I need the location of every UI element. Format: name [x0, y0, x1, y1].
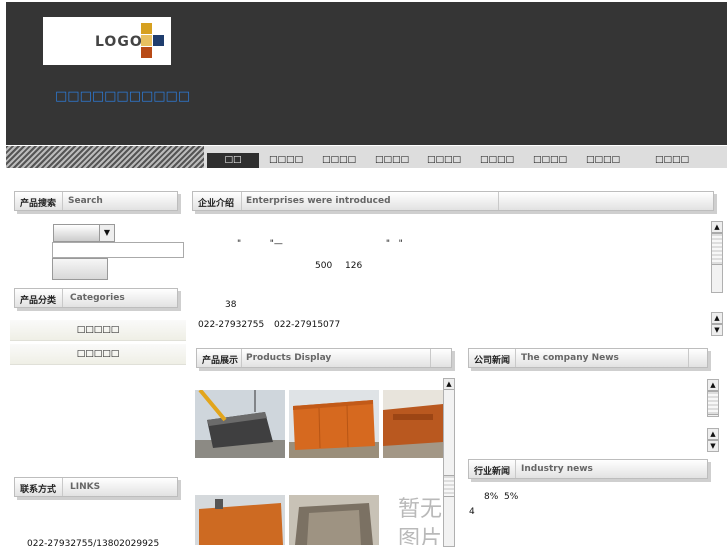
intro-text-num-c: 38	[225, 300, 237, 310]
categories-title-cn: 产品分类	[20, 296, 57, 306]
search-button[interactable]	[52, 258, 108, 280]
company-news-title-cn: 公司新闻	[474, 356, 511, 366]
scroll-down-icon[interactable]: ▼	[708, 440, 718, 451]
tab-separator	[241, 192, 242, 210]
products-panel-header: 产品展示 Products Display	[196, 348, 452, 368]
company-news-scrollbar-lower[interactable]: ▲ ▼	[707, 428, 719, 452]
nav-item-3[interactable]: □□□□	[318, 153, 360, 168]
product-image-4[interactable]	[195, 495, 285, 545]
company-news-title-en: The company News	[521, 353, 619, 363]
links-phone: 022-27932755/13802029925	[27, 539, 160, 549]
products-title-en: Products Display	[246, 353, 332, 363]
scroll-thumb[interactable]	[444, 475, 454, 497]
product-image-3[interactable]	[383, 390, 443, 458]
tab-separator	[62, 478, 63, 496]
links-title-en: LINKS	[70, 482, 101, 492]
scroll-down-icon[interactable]: ▼	[712, 324, 722, 335]
intro-scrollbar[interactable]: ▲	[711, 221, 723, 293]
intro-title-en: Enterprises were introduced	[246, 196, 391, 206]
logo-square-gold-small	[141, 35, 152, 46]
intro-phone-2: 022-27915077	[274, 320, 341, 330]
no-image-placeholder: 暂无 图片	[398, 497, 442, 545]
search-category-select[interactable]: ▼	[53, 224, 115, 242]
nav-item-7[interactable]: □□□□	[529, 153, 571, 168]
industry-news-title-cn: 行业新闻	[474, 467, 511, 477]
tab-separator	[688, 349, 689, 367]
logo-text: LOGO	[95, 34, 143, 50]
site-name[interactable]: □□□□□□□□□□□	[55, 89, 190, 104]
intro-scrollbar-lower[interactable]: ▲ ▼	[711, 312, 723, 336]
scroll-up-icon[interactable]: ▲	[712, 222, 722, 233]
product-image-2[interactable]	[289, 390, 379, 458]
search-input[interactable]	[52, 242, 184, 258]
nav-item-8[interactable]: □□□□	[582, 153, 624, 168]
category-item-1[interactable]: □□□□□	[10, 320, 186, 341]
intro-text-num-a: 500	[315, 261, 333, 271]
nav-item-9[interactable]: □□□□	[651, 153, 693, 168]
industry-news-line1: 8% 5%	[484, 492, 519, 502]
intro-text-line1: " "— " "	[237, 239, 403, 249]
intro-panel-header: 企业介绍 Enterprises were introduced	[192, 191, 714, 211]
nav-hatch-decoration	[6, 146, 204, 168]
logo[interactable]: LOGO	[43, 17, 171, 65]
tab-separator	[62, 289, 63, 307]
tab-separator	[498, 192, 499, 210]
tab-separator	[515, 460, 516, 478]
company-news-scrollbar[interactable]: ▲	[707, 379, 719, 417]
categories-panel-header: 产品分类 Categories	[14, 288, 178, 308]
products-scrollbar[interactable]: ▲	[443, 378, 455, 547]
scroll-up-icon[interactable]: ▲	[708, 380, 718, 391]
logo-square-orange	[141, 47, 152, 58]
products-title-cn: 产品展示	[202, 356, 239, 366]
scroll-up-icon[interactable]: ▲	[444, 379, 454, 390]
nav-item-6[interactable]: □□□□	[476, 153, 518, 168]
intro-title-cn: 企业介绍	[198, 199, 235, 209]
scroll-up-icon[interactable]: ▲	[708, 429, 718, 440]
search-title-cn: 产品搜索	[20, 199, 57, 209]
scroll-thumb[interactable]	[712, 233, 722, 265]
category-item-2[interactable]: □□□□□	[10, 344, 186, 365]
industry-news-title-en: Industry news	[521, 464, 593, 474]
nav-item-home[interactable]: □□	[207, 153, 259, 168]
logo-square-blue	[153, 35, 164, 46]
intro-text-num-b: 126	[345, 261, 363, 271]
industry-news-line2: 4	[469, 507, 475, 517]
categories-title-en: Categories	[70, 293, 125, 303]
tab-separator	[515, 349, 516, 367]
intro-phone-1: 022-27932755	[198, 320, 265, 330]
nav-item-5[interactable]: □□□□	[423, 153, 465, 168]
product-image-5[interactable]	[289, 495, 379, 545]
nav-item-4[interactable]: □□□□	[371, 153, 413, 168]
industry-news-panel-header: 行业新闻 Industry news	[468, 459, 708, 479]
product-image-1[interactable]	[195, 390, 285, 458]
tab-separator	[241, 349, 242, 367]
company-news-panel-header: 公司新闻 The company News	[468, 348, 708, 368]
scroll-thumb[interactable]	[708, 391, 718, 415]
search-panel-header: 产品搜索 Search	[14, 191, 178, 211]
chevron-down-icon[interactable]: ▼	[99, 225, 114, 241]
nav-item-2[interactable]: □□□□	[265, 153, 307, 168]
links-title-cn: 联系方式	[20, 485, 57, 495]
tab-separator	[430, 349, 431, 367]
logo-square-gold	[141, 23, 152, 34]
tab-separator	[62, 192, 63, 210]
search-title-en: Search	[68, 196, 103, 206]
scroll-up-icon[interactable]: ▲	[712, 313, 722, 324]
links-panel-header: 联系方式 LINKS	[14, 477, 178, 497]
